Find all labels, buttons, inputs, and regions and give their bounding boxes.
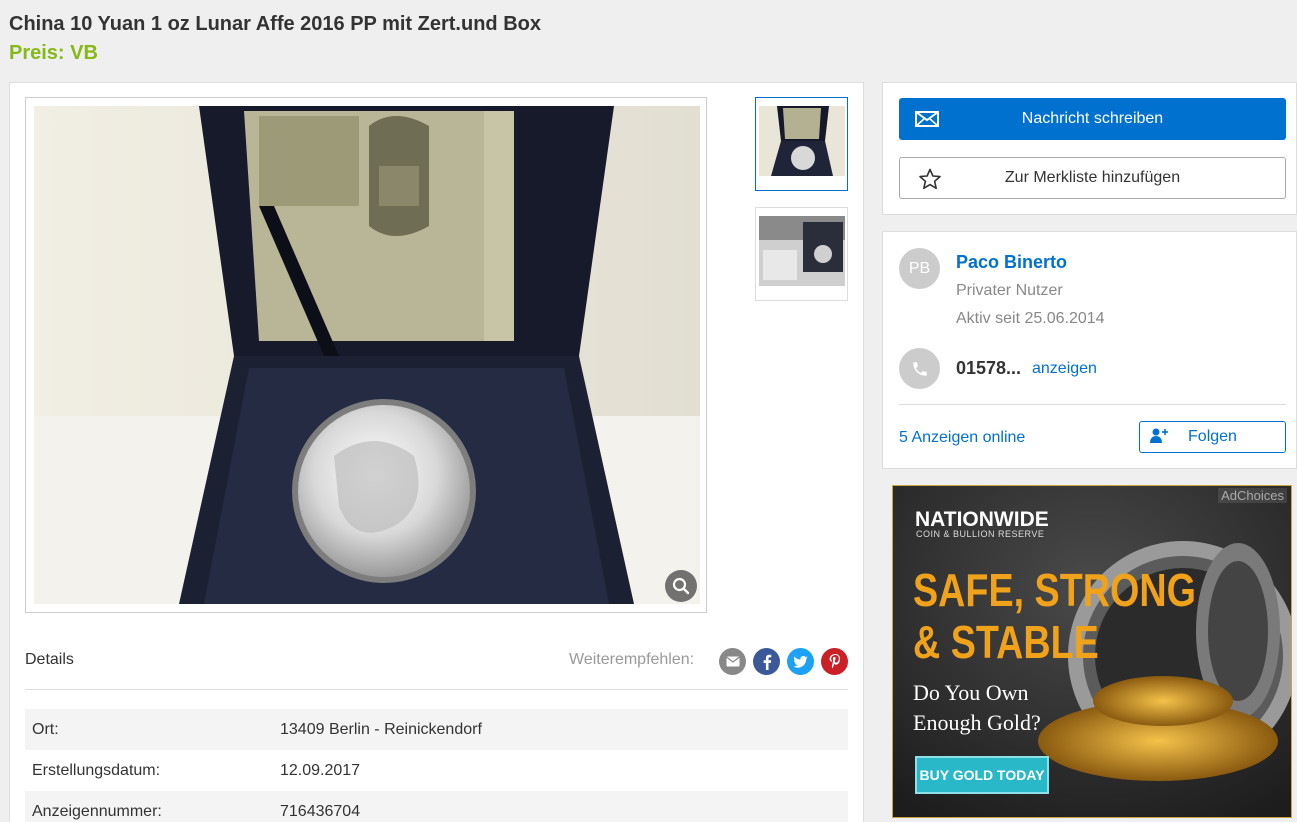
facebook-share-button[interactable] (753, 648, 780, 675)
main-photo[interactable] (34, 106, 700, 604)
twitter-share-button[interactable] (787, 648, 814, 675)
follow-button-label: Folgen (1188, 428, 1237, 445)
facebook-icon (763, 654, 771, 670)
ad-headline-line-1: SAFE, STRONG (913, 564, 1196, 616)
thumbnail-image (759, 106, 845, 176)
seller-active-since: Aktiv seit 25.06.2014 (956, 310, 1105, 327)
details-divider (25, 689, 848, 690)
share-label: Weiterempfehlen: (569, 651, 695, 668)
magnifier-icon (672, 577, 690, 595)
phone-icon-wrapper (899, 348, 940, 389)
detail-value: 13409 Berlin - Reinickendorf (280, 721, 482, 738)
watchlist-button[interactable]: Zur Merkliste hinzufügen (899, 157, 1286, 199)
detail-key: Erstellungsdatum: (32, 762, 161, 779)
message-button-label: Nachricht schreiben (1021, 110, 1164, 127)
contact-actions-card: Nachricht schreiben Zur Merkliste hinzuf… (882, 82, 1297, 215)
detail-value: 716436704 (280, 803, 361, 820)
email-share-button[interactable] (719, 648, 746, 675)
listing-main-card: Details Weiterempfehlen: Ort: 13409 Berl… (9, 82, 864, 822)
pinterest-icon (829, 653, 840, 668)
star-icon (919, 168, 941, 190)
advertisement-banner[interactable]: AdChoices NATIONWIDE COIN & BULLION RESE… (892, 485, 1292, 818)
ad-question-line-1: Do You Own (913, 680, 1029, 705)
ad-brand-sub: COIN & BULLION RESERVE (916, 529, 1045, 539)
detail-row-created: Erstellungsdatum: 12.09.2017 (25, 750, 848, 791)
detail-value: 12.09.2017 (280, 762, 361, 779)
ad-question-line-2: Enough Gold? (913, 710, 1041, 735)
zoom-button[interactable] (665, 570, 697, 602)
detail-row-location: Ort: 13409 Berlin - Reinickendorf (25, 709, 848, 750)
avatar: PB (899, 248, 940, 289)
details-heading: Details (25, 651, 74, 668)
email-icon (725, 656, 740, 667)
seller-ads-link[interactable]: 5 Anzeigen online (899, 429, 1025, 447)
watchlist-button-label: Zur Merkliste hinzufügen (1004, 169, 1181, 186)
detail-key: Ort: (32, 721, 59, 738)
listing-title: China 10 Yuan 1 oz Lunar Affe 2016 PP mi… (9, 13, 541, 35)
seller-divider (899, 404, 1286, 405)
envelope-icon (915, 111, 939, 127)
seller-card: PB Paco Binerto Privater Nutzer Aktiv se… (882, 231, 1297, 469)
phone-icon (912, 361, 927, 376)
phone-number: 01578... (956, 358, 1022, 378)
thumbnail-1[interactable] (755, 97, 848, 191)
ad-headline: SAFE, STRONG & STABLE (913, 564, 1196, 668)
thumbnail-2[interactable] (755, 207, 848, 301)
detail-row-ad-number: Anzeigennummer: 716436704 (25, 791, 848, 822)
twitter-icon (793, 655, 808, 668)
seller-name-link[interactable]: Paco Binerto (956, 252, 1067, 273)
adchoices-link[interactable]: AdChoices (1218, 488, 1287, 503)
listing-price: Preis: VB (9, 42, 98, 64)
seller-type: Privater Nutzer (956, 282, 1063, 299)
ad-question: Do You Own Enough Gold? (913, 678, 1041, 738)
ad-cta-button[interactable]: BUY GOLD TODAY (915, 756, 1049, 794)
message-button[interactable]: Nachricht schreiben (899, 98, 1286, 140)
detail-key: Anzeigennummer: (32, 803, 162, 820)
pinterest-share-button[interactable] (821, 648, 848, 675)
ad-headline-line-2: & STABLE (913, 616, 1099, 668)
add-user-icon (1150, 428, 1168, 443)
main-image-frame[interactable] (25, 97, 707, 613)
thumbnail-image (759, 216, 845, 286)
follow-button[interactable]: Folgen (1139, 421, 1286, 453)
show-phone-link[interactable]: anzeigen (1032, 360, 1097, 378)
